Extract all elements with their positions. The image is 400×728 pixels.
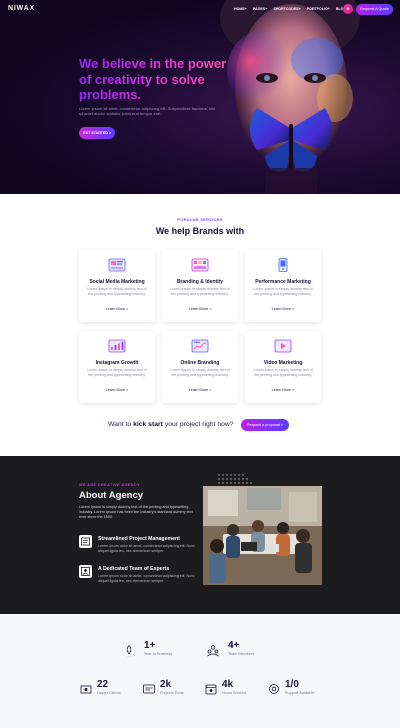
learn-more-link[interactable]: Learn More > — [162, 307, 238, 311]
site-logo[interactable]: NIWAX — [8, 5, 35, 12]
stat-label: Hours Worked — [222, 691, 247, 695]
support-icon — [269, 684, 279, 694]
nav-shortcodes[interactable]: SHORTCODES+ — [273, 7, 300, 11]
hero-section: NIWAX HOME+ PAGES+ SHORTCODES+ PORTFOLIO… — [0, 0, 400, 194]
learn-more-link[interactable]: Learn More > — [79, 388, 155, 392]
kickoff-prompt: Want to kick start your project right no… — [108, 421, 234, 428]
services-title: We help Brands with — [155, 226, 245, 236]
stat-number: 4k — [222, 679, 234, 690]
social-media-icon — [108, 258, 126, 272]
cart-icon[interactable]: ● — [343, 4, 353, 14]
project-management-icon — [79, 535, 92, 548]
stat-number: 1/0 — [285, 679, 299, 690]
stat-number: 22 — [97, 679, 109, 690]
nav-pages[interactable]: PAGES+ — [253, 7, 267, 11]
stat-number: 2k — [160, 679, 172, 690]
feature-title: A Dedicated Team of Experts — [98, 566, 170, 572]
stat-label: Projects Done — [160, 691, 184, 695]
hours-icon — [205, 684, 217, 695]
stat-label: Happy Clients — [97, 691, 121, 695]
rocket-icon — [122, 643, 136, 657]
about-eyebrow: WE ARE CREATIVE AGENCY — [79, 483, 140, 487]
service-card[interactable]: Social Media Marketing Lorem Ipsum is si… — [79, 250, 155, 322]
kickoff-bold: kick start — [133, 421, 163, 428]
services-eyebrow: POPULAR SERVICES — [177, 218, 223, 222]
mobile-icon — [278, 258, 288, 272]
learn-more-link[interactable]: Learn More > — [162, 388, 238, 392]
team-icon — [207, 645, 219, 657]
stat-number: 4+ — [228, 640, 240, 651]
get-started-button[interactable]: GET STARTED > — [79, 127, 115, 139]
feature-desc: Lorem ipsum dolor sit amet, consectetur … — [98, 574, 195, 583]
service-card-title: Instagram Growth — [95, 360, 139, 366]
nav-home[interactable]: HOME+ — [234, 7, 247, 11]
online-branding-icon — [191, 339, 209, 353]
service-card-desc: Lorem Ipsum is simply dummy text of the … — [170, 287, 230, 296]
services-section: POPULAR SERVICES We help Brands with Soc… — [0, 194, 400, 456]
stat-label: Team Members — [228, 652, 255, 656]
service-card[interactable]: Instagram Growth Lorem Ipsum is simply d… — [79, 331, 155, 403]
stat-number: 1+ — [144, 640, 156, 651]
team-experts-icon — [79, 565, 92, 578]
service-card-title: Branding & Identity — [176, 279, 224, 285]
stats-section: 1+ Year In Business 4+ Team Members 22 H… — [0, 614, 400, 728]
agency-team-photo — [203, 486, 322, 585]
learn-more-link[interactable]: Learn More > — [79, 307, 155, 311]
decorative-dots — [218, 474, 252, 484]
kickoff-prefix: Want to — [108, 421, 132, 428]
feature-desc: Lorem ipsum dolor sit amet, consectetur … — [98, 544, 195, 553]
nav-portfolio[interactable]: PORTFOLIO+ — [307, 7, 330, 11]
request-proposal-button[interactable]: Request a proposal > — [241, 419, 289, 431]
nav-links: HOME+ PAGES+ SHORTCODES+ PORTFOLIO+ BLOG… — [234, 7, 348, 11]
stat-label: Year In Business — [144, 652, 173, 656]
growth-icon — [108, 339, 126, 353]
branding-icon — [191, 258, 209, 272]
hero-description: Lorem Ipsum sit amet, consectetur adipis… — [79, 106, 215, 117]
service-card-desc: Lorem Ipsum is simply dummy text of the … — [253, 368, 313, 377]
service-card-desc: Lorem Ipsum is simply dummy text of the … — [87, 287, 147, 296]
service-card[interactable]: Online Branding Lorem Ipsum is simply du… — [162, 331, 238, 403]
learn-more-link[interactable]: Learn More > — [245, 388, 321, 392]
service-card[interactable]: Performance Marketing Lorem Ipsum is sim… — [245, 250, 321, 322]
kickoff-suffix: your project right now? — [164, 421, 234, 428]
navbar: NIWAX HOME+ PAGES+ SHORTCODES+ PORTFOLIO… — [0, 0, 400, 18]
projects-icon — [143, 684, 155, 694]
stat-label: Support Available — [285, 691, 315, 695]
clients-icon — [80, 685, 92, 694]
about-title: About Agency — [79, 490, 144, 501]
about-description: Lorem Ipsum is simply dummy text of the … — [79, 505, 193, 519]
feature-title: Streamlined Project Management — [98, 536, 180, 542]
request-quote-button[interactable]: Request A Quote — [356, 4, 393, 15]
about-section: WE ARE CREATIVE AGENCY About Agency Lore… — [0, 456, 400, 614]
service-card[interactable]: Video Marketing Lorem Ipsum is simply du… — [245, 331, 321, 403]
service-card[interactable]: Branding & Identity Lorem Ipsum is simpl… — [162, 250, 238, 322]
service-card-title: Online Branding — [180, 360, 220, 366]
service-card-desc: Lorem Ipsum is simply dummy text of the … — [253, 287, 313, 296]
service-card-title: Social Media Marketing — [89, 279, 145, 285]
service-card-title: Performance Marketing — [255, 279, 311, 285]
service-card-title: Video Marketing — [263, 360, 303, 366]
service-card-desc: Lorem Ipsum is simply dummy text of the … — [87, 368, 147, 377]
video-icon — [274, 339, 292, 353]
hero-title: We believe in the power of creativity to… — [79, 56, 229, 103]
learn-more-link[interactable]: Learn More > — [245, 307, 321, 311]
service-card-desc: Lorem Ipsum is simply dummy text of the … — [170, 368, 230, 377]
